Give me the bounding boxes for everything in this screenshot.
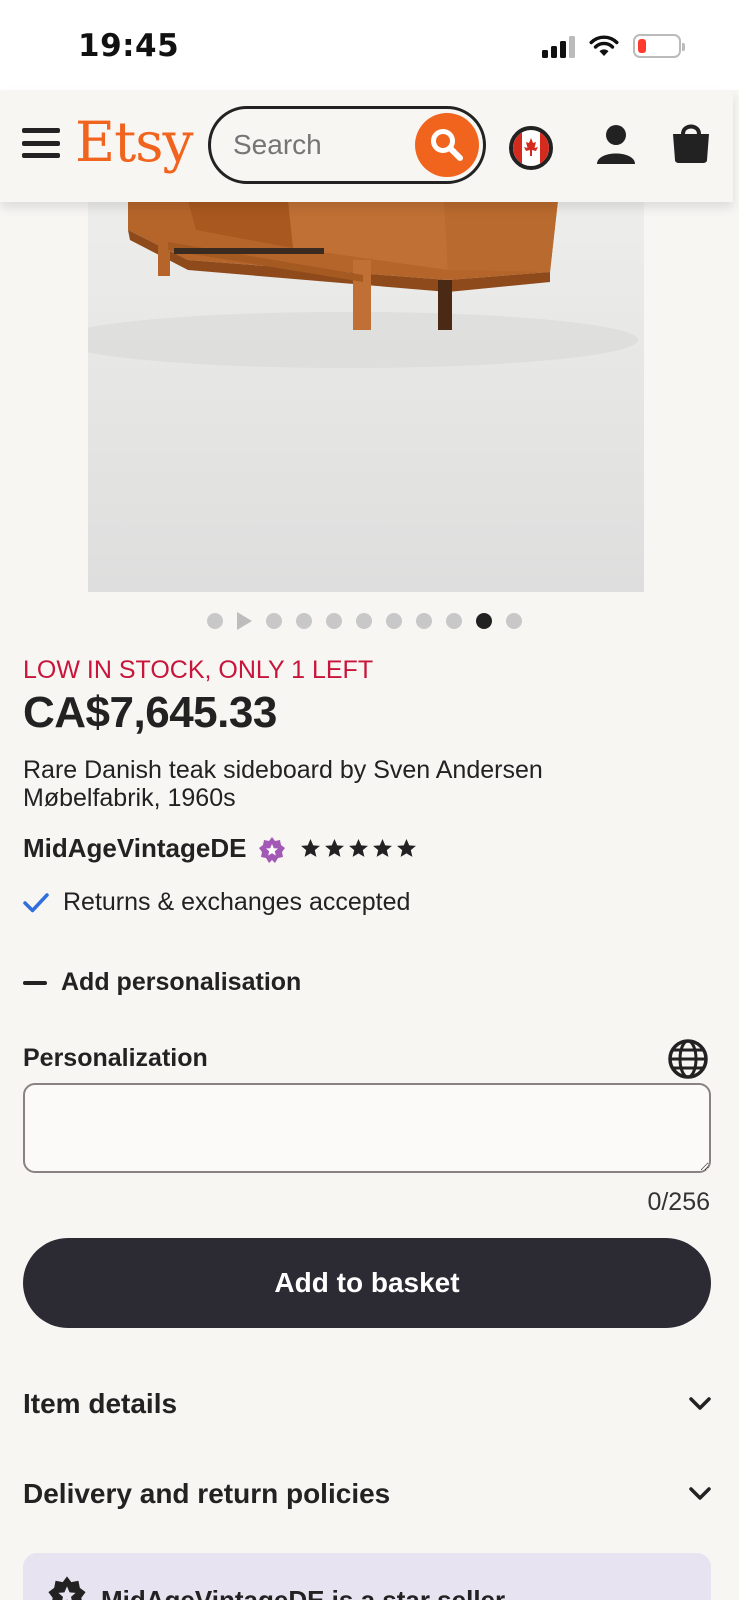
add-personalisation-label: Add personalisation bbox=[61, 968, 302, 996]
item-details-accordion[interactable]: Item details bbox=[23, 1388, 711, 1420]
minus-icon bbox=[23, 980, 47, 985]
carousel-dot-active[interactable] bbox=[476, 613, 492, 629]
chevron-down-icon bbox=[689, 1487, 711, 1500]
carousel-dot[interactable] bbox=[266, 613, 282, 629]
video-play-icon[interactable] bbox=[237, 612, 252, 630]
returns-info: Returns & exchanges accepted bbox=[23, 888, 410, 917]
carousel-dot[interactable] bbox=[356, 613, 372, 629]
star-icon bbox=[301, 838, 321, 857]
hamburger-menu-icon[interactable] bbox=[22, 128, 60, 158]
price: CA$7,645.33 bbox=[23, 688, 277, 737]
rating-stars[interactable] bbox=[300, 838, 417, 859]
wifi-icon bbox=[589, 35, 619, 56]
globe-icon[interactable] bbox=[667, 1038, 709, 1080]
user-account-icon[interactable] bbox=[595, 122, 637, 166]
shop-name-link[interactable]: MidAgeVintageDE bbox=[23, 833, 246, 864]
returns-text: Returns & exchanges accepted bbox=[63, 888, 411, 916]
star-icon bbox=[397, 838, 417, 857]
product-image[interactable] bbox=[88, 200, 644, 592]
carousel-dot[interactable] bbox=[506, 613, 522, 629]
checkmark-icon bbox=[23, 892, 49, 912]
site-header: Etsy bbox=[0, 90, 733, 202]
chevron-down-icon bbox=[689, 1397, 711, 1410]
add-to-basket-button[interactable]: Add to basket bbox=[23, 1238, 711, 1328]
carousel-dot[interactable] bbox=[296, 613, 312, 629]
carousel-dot[interactable] bbox=[207, 613, 223, 629]
character-counter: 0/256 bbox=[647, 1188, 710, 1216]
personalization-label: Personalization bbox=[23, 1044, 208, 1072]
status-time: 19:45 bbox=[78, 28, 180, 64]
add-personalisation-toggle[interactable]: Add personalisation bbox=[23, 968, 301, 997]
star-seller-banner-text: MidAgeVintageDE is a star seller bbox=[101, 1585, 506, 1600]
delivery-policies-accordion[interactable]: Delivery and return policies bbox=[23, 1478, 711, 1510]
etsy-logo[interactable]: Etsy bbox=[75, 110, 194, 174]
shop-row: MidAgeVintageDE bbox=[23, 832, 417, 864]
accordion-title: Item details bbox=[23, 1388, 178, 1419]
cellular-signal-icon bbox=[542, 34, 575, 58]
star-icon bbox=[373, 838, 393, 857]
star-seller-icon bbox=[48, 1576, 86, 1600]
carousel-dot[interactable] bbox=[386, 613, 402, 629]
carousel-dot[interactable] bbox=[416, 613, 432, 629]
personalization-input[interactable] bbox=[23, 1083, 711, 1173]
search-input[interactable] bbox=[233, 129, 393, 161]
battery-icon bbox=[633, 34, 685, 58]
search-button[interactable] bbox=[415, 113, 479, 177]
carousel-indicator bbox=[207, 612, 522, 630]
star-icon bbox=[349, 838, 369, 857]
carousel-dot[interactable] bbox=[446, 613, 462, 629]
sideboard-photo bbox=[88, 200, 638, 368]
stock-notice: LOW IN STOCK, ONLY 1 LEFT bbox=[23, 656, 374, 684]
product-title: Rare Danish teak sideboard by Sven Ander… bbox=[23, 756, 543, 812]
search-icon bbox=[431, 129, 463, 161]
status-icons bbox=[542, 34, 685, 58]
shopping-bag-icon[interactable] bbox=[670, 120, 712, 164]
star-seller-banner: MidAgeVintageDE is a star seller bbox=[23, 1553, 711, 1600]
canada-flag-icon[interactable] bbox=[509, 126, 553, 170]
status-bar: 19:45 bbox=[0, 0, 739, 90]
carousel-dot[interactable] bbox=[326, 613, 342, 629]
search-bar bbox=[208, 106, 486, 184]
star-seller-badge-icon bbox=[259, 837, 286, 863]
accordion-title: Delivery and return policies bbox=[23, 1478, 391, 1509]
star-icon bbox=[325, 838, 345, 857]
